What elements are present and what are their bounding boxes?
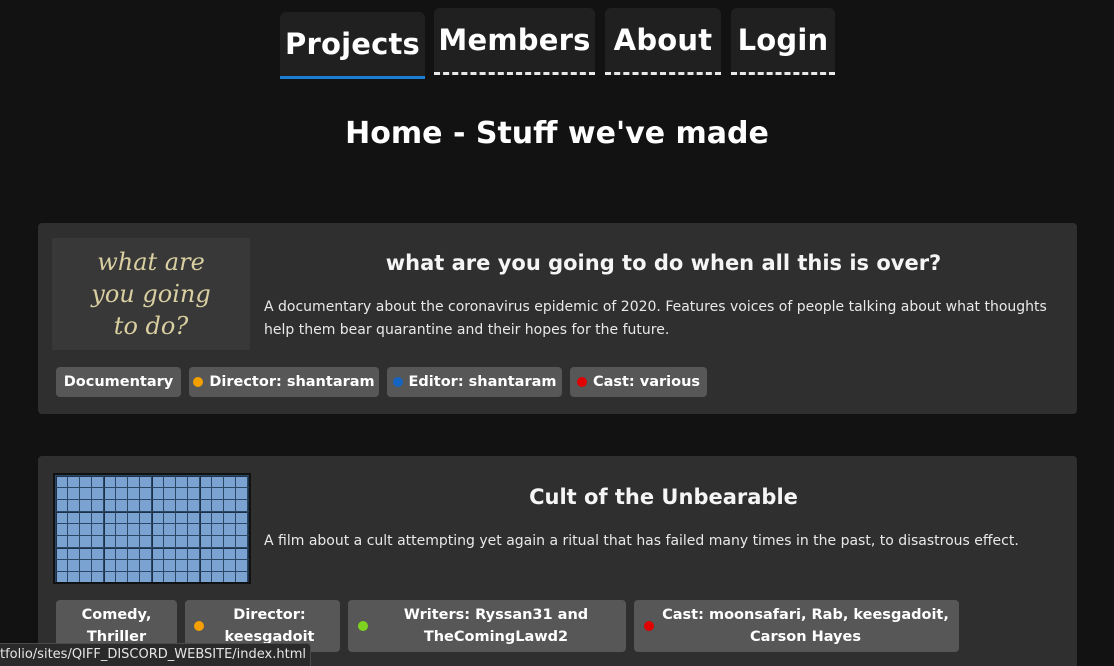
tab-about-label: About (613, 23, 713, 57)
tag-label: Comedy, Thriller (81, 607, 152, 645)
page-title: Home - Stuff we've made (345, 116, 769, 151)
project-card: what are you going to do? what are you g… (37, 222, 1078, 415)
browser-status-bar: tfolio/sites/QIFF_DISCORD_WEBSITE/index.… (0, 643, 311, 666)
tag-label: Editor: shantaram (408, 374, 557, 390)
status-dot-icon (193, 377, 204, 387)
status-dot-icon (358, 621, 368, 631)
tag-label: Documentary (63, 374, 174, 390)
tab-projects[interactable]: Projects (280, 12, 425, 79)
tag-label: Cast: moonsafari, Rab, keesgadoit, Carso… (662, 607, 949, 645)
project-thumbnail[interactable]: what are you going to do? (52, 238, 250, 350)
director-tag[interactable]: Director: shantaram (189, 367, 379, 397)
tab-projects-label: Projects (284, 27, 420, 61)
status-dot-icon (576, 377, 587, 387)
writers-tag[interactable]: Writers: Ryssan31 and TheComingLawd2 (348, 600, 626, 652)
tag-label: Writers: Ryssan31 and TheComingLawd2 (403, 607, 589, 645)
editor-tag[interactable]: Editor: shantaram (387, 367, 562, 397)
project-thumbnail[interactable] (53, 473, 251, 584)
tag-label: Director: shantaram (209, 374, 375, 390)
tab-about[interactable]: About (605, 8, 721, 75)
tab-login[interactable]: Login (731, 8, 835, 75)
project-title[interactable]: what are you going to do when all this i… (264, 251, 1063, 275)
tab-members-label: Members (438, 23, 591, 57)
status-dot-icon (392, 377, 403, 387)
cast-tag[interactable]: Cast: moonsafari, Rab, keesgadoit, Carso… (634, 600, 959, 652)
project-card: Cult of the Unbearable A film about a cu… (37, 455, 1078, 666)
tag-label: Director: keesgadoit (224, 607, 315, 645)
tab-login-label: Login (737, 23, 829, 57)
thumbnail-text-line: to do? (113, 312, 189, 340)
project-description: A documentary about the coronavirus epid… (264, 299, 1047, 338)
genre-tag: Documentary (56, 367, 181, 397)
cast-tag[interactable]: Cast: various (570, 367, 707, 397)
status-dot-icon (194, 621, 204, 631)
tab-members[interactable]: Members (434, 8, 595, 75)
thumbnail-text-line: what are (97, 248, 205, 276)
status-dot-icon (644, 621, 654, 631)
main-nav: Projects Members About Login (0, 0, 1114, 90)
tag-label: Cast: various (592, 374, 701, 390)
project-title[interactable]: Cult of the Unbearable (264, 485, 1063, 509)
page: Projects Members About Login Home - Stuf… (0, 0, 1114, 666)
project-description: A film about a cult attempting yet again… (264, 533, 1019, 549)
thumbnail-text-line: you going (91, 280, 211, 308)
